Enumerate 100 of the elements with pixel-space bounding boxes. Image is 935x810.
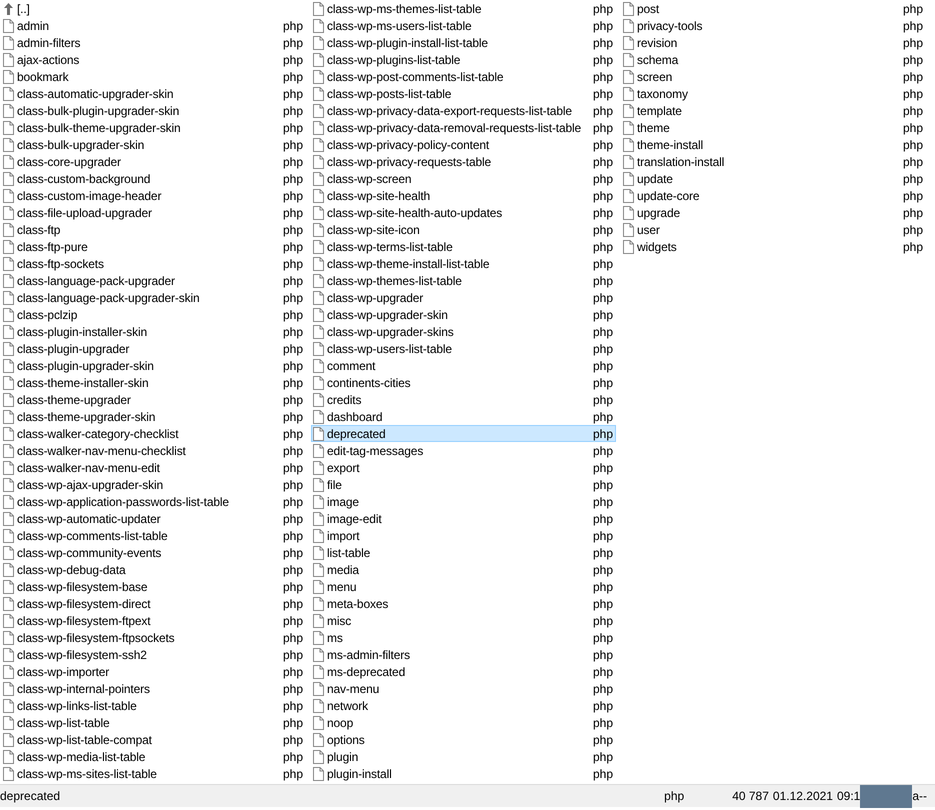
- file-row[interactable]: upgrade php: [621, 204, 926, 221]
- file-row[interactable]: class-wp-terms-list-table php: [311, 238, 616, 255]
- file-row[interactable]: dashboard php: [311, 408, 616, 425]
- file-row[interactable]: class-wp-upgrader php: [311, 289, 616, 306]
- file-row[interactable]: class-custom-background php: [1, 170, 306, 187]
- file-row[interactable]: theme php: [621, 119, 926, 136]
- file-row[interactable]: deprecated php: [311, 425, 616, 442]
- file-row[interactable]: export php: [311, 459, 616, 476]
- file-row[interactable]: class-bulk-upgrader-skin php: [1, 136, 306, 153]
- file-row[interactable]: bookmark php: [1, 68, 306, 85]
- file-row[interactable]: class-wp-filesystem-ssh2 php: [1, 646, 306, 663]
- file-row[interactable]: class-walker-nav-menu-edit php: [1, 459, 306, 476]
- file-row[interactable]: noop php: [311, 714, 616, 731]
- file-row[interactable]: class-walker-category-checklist php: [1, 425, 306, 442]
- file-row[interactable]: class-theme-installer-skin php: [1, 374, 306, 391]
- file-row[interactable]: class-wp-privacy-data-removal-requests-list-table php: [311, 119, 616, 136]
- file-row[interactable]: misc php: [311, 612, 616, 629]
- file-row[interactable]: class-plugin-upgrader-skin php: [1, 357, 306, 374]
- file-row[interactable]: translation-install php: [621, 153, 926, 170]
- file-row[interactable]: edit-tag-messages php: [311, 442, 616, 459]
- file-row[interactable]: class-wp-users-list-table php: [311, 340, 616, 357]
- file-row[interactable]: ms-deprecated php: [311, 663, 616, 680]
- file-row[interactable]: meta-boxes php: [311, 595, 616, 612]
- file-row[interactable]: revision php: [621, 34, 926, 51]
- file-row[interactable]: comment php: [311, 357, 616, 374]
- file-row[interactable]: image-edit php: [311, 510, 616, 527]
- file-row[interactable]: template php: [621, 102, 926, 119]
- file-row[interactable]: class-wp-automatic-updater php: [1, 510, 306, 527]
- file-row[interactable]: file php: [311, 476, 616, 493]
- file-row[interactable]: class-plugin-installer-skin php: [1, 323, 306, 340]
- file-row[interactable]: class-bulk-theme-upgrader-skin php: [1, 119, 306, 136]
- file-row[interactable]: class-wp-ms-users-list-table php: [311, 17, 616, 34]
- file-row[interactable]: class-bulk-plugin-upgrader-skin php: [1, 102, 306, 119]
- file-row[interactable]: plugin-install php: [311, 765, 616, 782]
- file-row[interactable]: class-wp-plugins-list-table php: [311, 51, 616, 68]
- file-row[interactable]: class-wp-privacy-policy-content php: [311, 136, 616, 153]
- file-row[interactable]: class-theme-upgrader-skin php: [1, 408, 306, 425]
- file-row[interactable]: screen php: [621, 68, 926, 85]
- file-row[interactable]: options php: [311, 731, 616, 748]
- file-row[interactable]: admin php: [1, 17, 306, 34]
- file-row[interactable]: nav-menu php: [311, 680, 616, 697]
- file-row[interactable]: class-wp-screen php: [311, 170, 616, 187]
- file-row[interactable]: class-wp-community-events php: [1, 544, 306, 561]
- file-row[interactable]: import php: [311, 527, 616, 544]
- file-row[interactable]: class-wp-posts-list-table php: [311, 85, 616, 102]
- file-row[interactable]: continents-cities php: [311, 374, 616, 391]
- file-row[interactable]: class-wp-list-table-compat php: [1, 731, 306, 748]
- file-row[interactable]: [..]: [1, 0, 306, 17]
- file-row[interactable]: network php: [311, 697, 616, 714]
- file-row[interactable]: schema php: [621, 51, 926, 68]
- file-row[interactable]: class-language-pack-upgrader-skin php: [1, 289, 306, 306]
- file-row[interactable]: class-plugin-upgrader php: [1, 340, 306, 357]
- file-row[interactable]: ms php: [311, 629, 616, 646]
- file-row[interactable]: class-wp-site-health-auto-updates php: [311, 204, 616, 221]
- file-row[interactable]: class-wp-comments-list-table php: [1, 527, 306, 544]
- file-row[interactable]: class-ftp-sockets php: [1, 255, 306, 272]
- file-row[interactable]: class-wp-ms-themes-list-table php: [311, 0, 616, 17]
- file-row[interactable]: class-wp-post-comments-list-table php: [311, 68, 616, 85]
- file-row[interactable]: update php: [621, 170, 926, 187]
- file-row[interactable]: class-wp-filesystem-ftpsockets php: [1, 629, 306, 646]
- file-row[interactable]: class-wp-plugin-install-list-table php: [311, 34, 616, 51]
- file-row[interactable]: update-core php: [621, 187, 926, 204]
- file-row[interactable]: class-wp-themes-list-table php: [311, 272, 616, 289]
- file-row[interactable]: credits php: [311, 391, 616, 408]
- file-row[interactable]: privacy-tools php: [621, 17, 926, 34]
- file-row[interactable]: class-wp-upgrader-skin php: [311, 306, 616, 323]
- file-row[interactable]: class-walker-nav-menu-checklist php: [1, 442, 306, 459]
- file-row[interactable]: class-ftp-pure php: [1, 238, 306, 255]
- file-row[interactable]: post php: [621, 0, 926, 17]
- file-row[interactable]: taxonomy php: [621, 85, 926, 102]
- file-row[interactable]: class-wp-internal-pointers php: [1, 680, 306, 697]
- file-row[interactable]: class-wp-privacy-data-export-requests-list-table php: [311, 102, 616, 119]
- file-row[interactable]: class-wp-application-passwords-list-table php: [1, 493, 306, 510]
- file-row[interactable]: class-wp-site-health php: [311, 187, 616, 204]
- file-row[interactable]: class-wp-theme-install-list-table php: [311, 255, 616, 272]
- file-row[interactable]: class-wp-importer php: [1, 663, 306, 680]
- file-row[interactable]: plugin php: [311, 748, 616, 765]
- file-row[interactable]: class-theme-upgrader php: [1, 391, 306, 408]
- file-row[interactable]: class-automatic-upgrader-skin php: [1, 85, 306, 102]
- file-row[interactable]: class-wp-links-list-table php: [1, 697, 306, 714]
- file-row[interactable]: class-wp-debug-data php: [1, 561, 306, 578]
- file-row[interactable]: widgets php: [621, 238, 926, 255]
- file-row[interactable]: menu php: [311, 578, 616, 595]
- file-row[interactable]: list-table php: [311, 544, 616, 561]
- file-row[interactable]: admin-filters php: [1, 34, 306, 51]
- file-row[interactable]: class-wp-filesystem-ftpext php: [1, 612, 306, 629]
- file-row[interactable]: class-file-upload-upgrader php: [1, 204, 306, 221]
- file-row[interactable]: ajax-actions php: [1, 51, 306, 68]
- file-row[interactable]: class-wp-filesystem-base php: [1, 578, 306, 595]
- file-row[interactable]: class-core-upgrader php: [1, 153, 306, 170]
- file-row[interactable]: class-ftp php: [1, 221, 306, 238]
- file-row[interactable]: theme-install php: [621, 136, 926, 153]
- file-row[interactable]: media php: [311, 561, 616, 578]
- file-row[interactable]: class-wp-ajax-upgrader-skin php: [1, 476, 306, 493]
- file-row[interactable]: class-wp-ms-sites-list-table php: [1, 765, 306, 782]
- file-row[interactable]: user php: [621, 221, 926, 238]
- file-row[interactable]: class-language-pack-upgrader php: [1, 272, 306, 289]
- file-row[interactable]: ms-admin-filters php: [311, 646, 616, 663]
- file-row[interactable]: class-wp-filesystem-direct php: [1, 595, 306, 612]
- file-row[interactable]: class-pclzip php: [1, 306, 306, 323]
